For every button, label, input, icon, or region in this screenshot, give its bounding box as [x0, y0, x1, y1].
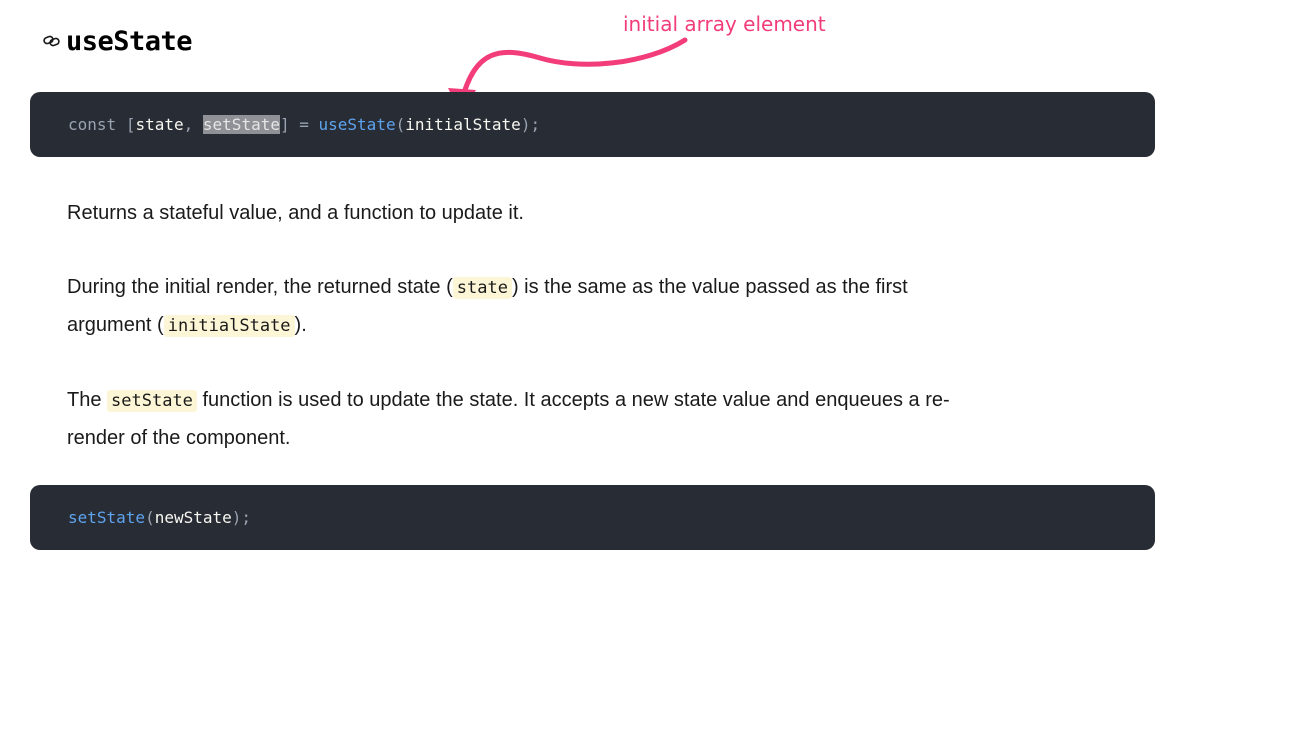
- paragraph-initial-render: During the initial render, the returned …: [67, 269, 967, 345]
- inline-code-setstate: setState: [107, 390, 197, 412]
- code-newstate-arg: newState: [154, 508, 232, 527]
- code-open-paren: (: [145, 508, 155, 527]
- code-setstate-selected[interactable]: setState: [202, 115, 280, 134]
- code-close-paren: );: [520, 115, 541, 134]
- code-open-paren: (: [395, 115, 406, 134]
- paragraph-text: function is used to update the state. It…: [67, 389, 950, 449]
- code-open-bracket: [: [125, 115, 136, 134]
- code-block-usestate: const [state, setState] = useState(initi…: [30, 92, 1155, 157]
- code-comma: ,: [183, 115, 194, 134]
- code-state: state: [135, 115, 184, 134]
- code-assign: =: [289, 115, 319, 134]
- paragraph-text: ).: [294, 314, 307, 336]
- code-block-setstate: setState(newState);: [30, 485, 1155, 550]
- code-keyword: const: [68, 115, 117, 134]
- section-heading: useState: [42, 24, 193, 58]
- inline-code-initialstate: initialState: [163, 315, 295, 337]
- paragraph-setstate: The setState function is used to update …: [67, 382, 967, 457]
- paragraph-text: The: [67, 389, 108, 411]
- paragraph-text: Returns a stateful value, and a function…: [67, 202, 524, 224]
- paragraph-text: During the initial render, the returned …: [67, 276, 453, 298]
- code-setstate-call: setState: [68, 508, 146, 527]
- page-title: useState: [66, 25, 193, 57]
- code-usestate-call: useState: [318, 115, 396, 134]
- paragraph-returns: Returns a stateful value, and a function…: [67, 195, 967, 232]
- code-close-bracket: ]: [279, 115, 290, 134]
- link-icon[interactable]: [42, 30, 64, 52]
- code-close-paren: );: [231, 508, 252, 527]
- code-initialstate-arg: initialState: [405, 115, 521, 134]
- inline-code-state: state: [452, 277, 512, 299]
